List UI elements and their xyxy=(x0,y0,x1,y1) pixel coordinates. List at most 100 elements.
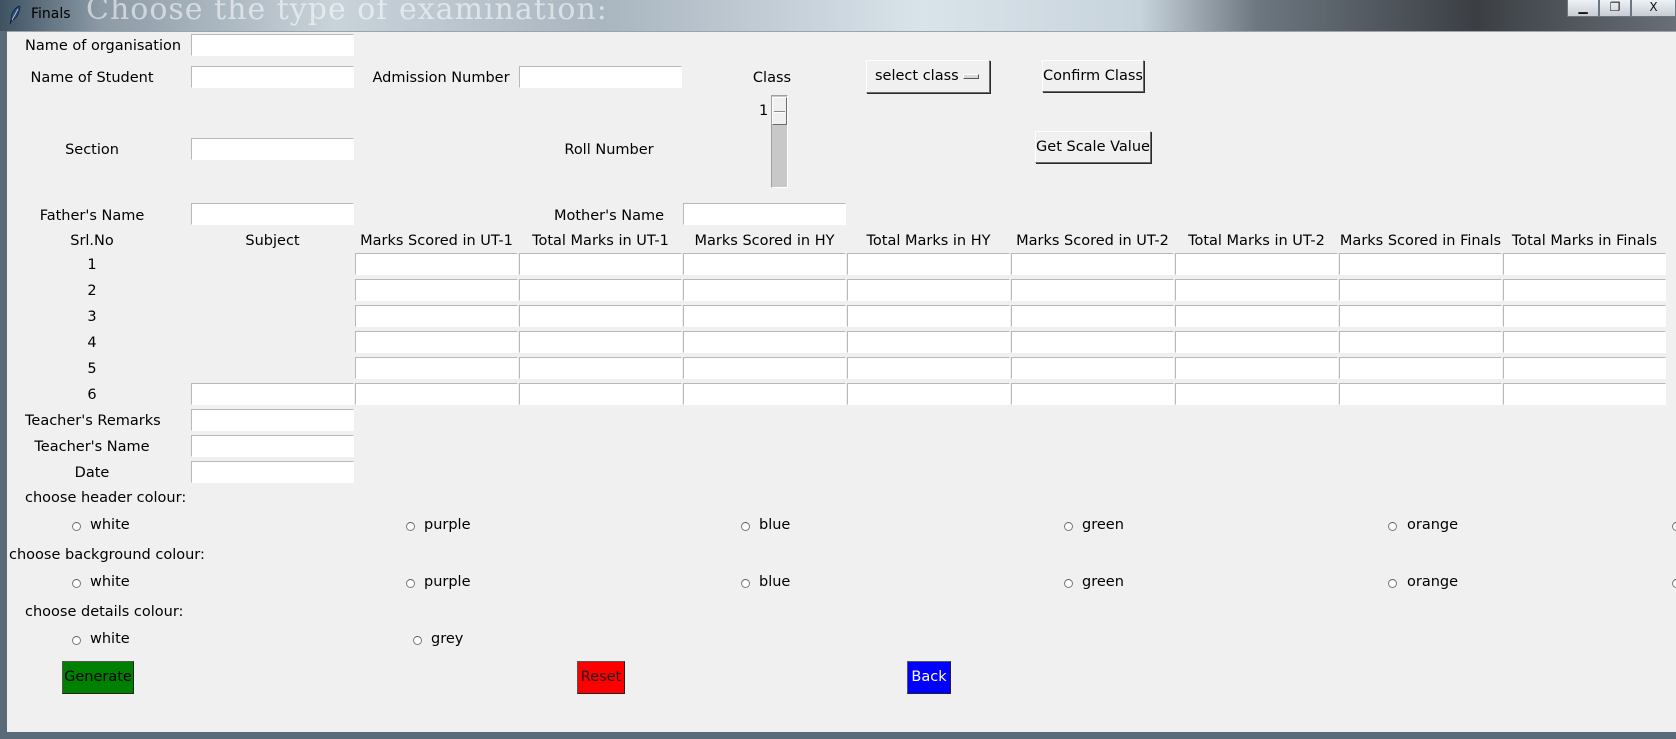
radio-label: orange xyxy=(1407,517,1459,533)
close-button[interactable]: X xyxy=(1631,0,1676,17)
roll-number-scale[interactable] xyxy=(771,95,788,188)
marks-cell[interactable] xyxy=(1339,357,1502,379)
background-colour-radio-orange[interactable] xyxy=(1388,579,1397,588)
marks-cell[interactable] xyxy=(519,357,682,379)
generate-button[interactable]: Generate xyxy=(62,661,134,694)
window-title: Finals xyxy=(31,6,71,22)
radio-label: white xyxy=(90,631,130,647)
marks-cell[interactable] xyxy=(1175,357,1338,379)
header-colour-radio-purple[interactable] xyxy=(406,522,415,531)
marks-cell[interactable] xyxy=(519,383,682,405)
admission-number-input[interactable] xyxy=(519,66,682,88)
details-colour-radio-grey[interactable] xyxy=(413,636,422,645)
marks-cell[interactable] xyxy=(1503,279,1666,301)
marks-cell[interactable] xyxy=(519,305,682,327)
marks-cell[interactable] xyxy=(1339,383,1502,405)
header-colour-radio-white[interactable] xyxy=(72,522,81,531)
marks-cell[interactable] xyxy=(519,253,682,275)
marks-cell[interactable] xyxy=(1011,357,1174,379)
class-label: Class xyxy=(752,70,792,86)
marks-cell[interactable] xyxy=(1339,253,1502,275)
header-colour-radio-green[interactable] xyxy=(1064,522,1073,531)
class-select-value: select class xyxy=(875,68,959,84)
marks-cell[interactable] xyxy=(1011,279,1174,301)
background-colour-radio-more[interactable] xyxy=(1672,579,1676,588)
marks-cell[interactable] xyxy=(683,383,846,405)
marks-cell[interactable] xyxy=(1503,305,1666,327)
table-row-number: 6 xyxy=(87,387,97,403)
reset-button[interactable]: Reset xyxy=(577,661,625,694)
radio-label: grey xyxy=(431,631,464,647)
marks-cell[interactable] xyxy=(847,279,1010,301)
details-colour-radio-white[interactable] xyxy=(72,636,81,645)
class-select[interactable]: select class xyxy=(866,60,990,93)
marks-cell[interactable] xyxy=(683,305,846,327)
header-colour-radio-blue[interactable] xyxy=(741,522,750,531)
radio-label: purple xyxy=(424,574,471,590)
marks-cell[interactable] xyxy=(355,253,518,275)
header-colour-radio-orange[interactable] xyxy=(1388,522,1397,531)
marks-cell[interactable] xyxy=(1175,331,1338,353)
organisation-input[interactable] xyxy=(191,34,354,56)
marks-cell[interactable] xyxy=(847,383,1010,405)
table-header-subject: Subject xyxy=(245,233,300,249)
marks-cell[interactable] xyxy=(683,253,846,275)
marks-cell[interactable] xyxy=(683,279,846,301)
confirm-class-button[interactable]: Confirm Class xyxy=(1042,60,1144,92)
table-row-number: 3 xyxy=(87,309,97,325)
background-colour-radio-blue[interactable] xyxy=(741,579,750,588)
marks-cell[interactable] xyxy=(1503,383,1666,405)
marks-cell[interactable] xyxy=(355,357,518,379)
background-colour-radio-white[interactable] xyxy=(72,579,81,588)
close-icon: X xyxy=(1649,0,1658,14)
father-name-input[interactable] xyxy=(191,203,354,225)
marks-cell[interactable] xyxy=(1503,331,1666,353)
marks-cell[interactable] xyxy=(1175,279,1338,301)
table-header-finals-scored: Marks Scored in Finals xyxy=(1339,233,1502,249)
maximize-button[interactable]: ❐ xyxy=(1599,0,1631,17)
marks-cell[interactable] xyxy=(1339,279,1502,301)
background-colour-radio-purple[interactable] xyxy=(406,579,415,588)
marks-cell[interactable] xyxy=(1339,331,1502,353)
background-colour-radio-green[interactable] xyxy=(1064,579,1073,588)
header-colour-label: choose header colour: xyxy=(25,490,187,506)
marks-cell[interactable] xyxy=(1503,357,1666,379)
marks-cell[interactable] xyxy=(1011,331,1174,353)
marks-cell[interactable] xyxy=(1175,305,1338,327)
radio-label: white xyxy=(90,574,130,590)
marks-cell[interactable] xyxy=(1011,253,1174,275)
marks-cell[interactable] xyxy=(519,331,682,353)
marks-cell[interactable] xyxy=(847,305,1010,327)
table-header-ut1-scored: Marks Scored in UT-1 xyxy=(360,233,513,249)
student-name-input[interactable] xyxy=(191,66,354,88)
marks-cell[interactable] xyxy=(1011,383,1174,405)
marks-cell[interactable] xyxy=(355,305,518,327)
scale-slider-handle[interactable] xyxy=(772,97,787,125)
minimize-button[interactable]: ▁ xyxy=(1567,0,1599,17)
marks-cell[interactable] xyxy=(1503,253,1666,275)
marks-cell[interactable] xyxy=(683,357,846,379)
marks-cell[interactable] xyxy=(847,253,1010,275)
marks-cell[interactable] xyxy=(847,331,1010,353)
mother-name-input[interactable] xyxy=(683,203,846,225)
marks-cell[interactable] xyxy=(355,331,518,353)
marks-cell[interactable] xyxy=(847,357,1010,379)
table-header-ut2-total: Total Marks in UT-2 xyxy=(1188,233,1325,249)
back-button[interactable]: Back xyxy=(907,661,951,694)
marks-cell[interactable] xyxy=(683,331,846,353)
teacher-name-input[interactable] xyxy=(191,435,354,457)
marks-cell[interactable] xyxy=(355,279,518,301)
date-input[interactable] xyxy=(191,461,354,483)
marks-cell[interactable] xyxy=(1339,305,1502,327)
subject-input[interactable] xyxy=(191,383,354,405)
get-scale-value-button[interactable]: Get Scale Value xyxy=(1035,131,1151,163)
marks-cell[interactable] xyxy=(355,383,518,405)
table-row-number: 1 xyxy=(87,257,97,273)
marks-cell[interactable] xyxy=(1175,253,1338,275)
teacher-remarks-input[interactable] xyxy=(191,409,354,431)
header-colour-radio-more[interactable] xyxy=(1672,522,1676,531)
marks-cell[interactable] xyxy=(1011,305,1174,327)
marks-cell[interactable] xyxy=(1175,383,1338,405)
section-input[interactable] xyxy=(191,138,354,160)
marks-cell[interactable] xyxy=(519,279,682,301)
